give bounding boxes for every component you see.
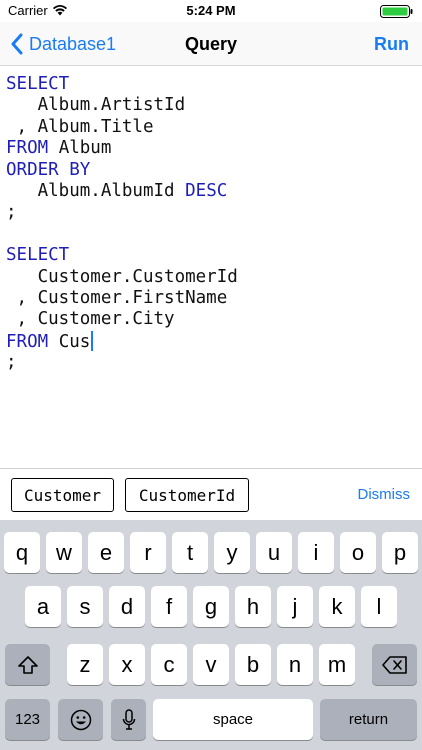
key-b[interactable]: b bbox=[235, 644, 271, 685]
code-text: ; bbox=[6, 202, 17, 223]
code-text: , Customer.FirstName bbox=[6, 287, 228, 308]
code-text: Album bbox=[48, 138, 112, 159]
numbers-key[interactable]: 123 bbox=[5, 699, 50, 740]
dismiss-button[interactable]: Dismiss bbox=[358, 486, 411, 503]
key-d[interactable]: d bbox=[109, 586, 145, 627]
keyboard: 123 space return qwertyuiop asdfghjkl zxcv… bbox=[0, 520, 422, 750]
key-s[interactable]: s bbox=[67, 586, 103, 627]
code-line: Customer.CustomerId bbox=[6, 267, 422, 288]
code-line: , Album.Title bbox=[6, 117, 422, 138]
code-text: Cus bbox=[48, 331, 91, 352]
code-text: Album.AlbumId bbox=[6, 180, 186, 201]
key-i[interactable]: i bbox=[298, 532, 334, 573]
suggestion-bar: Customer CustomerId Dismiss bbox=[0, 468, 422, 520]
code-text: , Album.Title bbox=[6, 116, 154, 137]
code-line: , Customer.FirstName bbox=[6, 288, 422, 309]
page-title: Query bbox=[184, 34, 238, 54]
shift-icon bbox=[17, 655, 38, 674]
code-line: FROM Album bbox=[6, 138, 422, 159]
code-line: SELECT bbox=[6, 245, 422, 266]
code-line: Album.AlbumId DESC bbox=[6, 181, 422, 202]
key-k[interactable]: k bbox=[319, 586, 355, 627]
key-z[interactable]: z bbox=[67, 644, 103, 685]
emoji-key[interactable] bbox=[58, 699, 103, 740]
key-w[interactable]: w bbox=[46, 532, 82, 573]
space-key[interactable]: space bbox=[153, 699, 313, 740]
battery-icon bbox=[380, 5, 413, 18]
emoji-icon bbox=[70, 709, 91, 730]
return-key[interactable]: return bbox=[320, 699, 417, 740]
code-text: ; bbox=[6, 352, 17, 373]
key-t[interactable]: t bbox=[172, 532, 208, 573]
key-h[interactable]: h bbox=[235, 586, 271, 627]
code-line: ORDER BY bbox=[6, 160, 422, 181]
code-line: SELECT bbox=[6, 74, 422, 95]
key-j[interactable]: j bbox=[277, 586, 313, 627]
sql-keyword: DESC bbox=[185, 180, 228, 201]
microphone-icon bbox=[122, 708, 135, 730]
code-text: Album.ArtistId bbox=[6, 95, 186, 116]
code-line: , Customer.City bbox=[6, 309, 422, 330]
sql-editor[interactable]: SELECT Album.ArtistId , Album.Title FROM … bbox=[0, 67, 422, 468]
status-time: 5:24 PM bbox=[186, 3, 236, 18]
key-m[interactable]: m bbox=[319, 644, 355, 685]
key-x[interactable]: x bbox=[109, 644, 145, 685]
delete-key[interactable] bbox=[372, 644, 417, 685]
run-button[interactable]: Run bbox=[374, 34, 409, 55]
key-p[interactable]: p bbox=[382, 532, 418, 573]
backspace-icon bbox=[381, 655, 407, 674]
key-e[interactable]: e bbox=[88, 532, 124, 573]
key-v[interactable]: v bbox=[193, 644, 229, 685]
sql-keyword: SELECT bbox=[6, 74, 70, 94]
key-q[interactable]: q bbox=[4, 532, 40, 573]
code-line: ; bbox=[6, 352, 422, 373]
key-u[interactable]: u bbox=[256, 532, 292, 573]
code-text: , Customer.City bbox=[6, 309, 175, 330]
key-n[interactable]: n bbox=[277, 644, 313, 685]
key-c[interactable]: c bbox=[151, 644, 187, 685]
key-r[interactable]: r bbox=[130, 532, 166, 573]
navigation-bar: Database1 Query Run bbox=[0, 22, 422, 66]
suggestion-chip[interactable]: Customer bbox=[11, 478, 114, 512]
suggestion-chip[interactable]: CustomerId bbox=[125, 478, 249, 512]
sql-keyword: SELECT bbox=[6, 245, 70, 266]
sql-keyword: ORDER BY bbox=[6, 159, 91, 180]
key-g[interactable]: g bbox=[193, 586, 229, 627]
shift-key[interactable] bbox=[5, 644, 50, 685]
code-line: ; bbox=[6, 202, 422, 223]
key-f[interactable]: f bbox=[151, 586, 187, 627]
dictation-key[interactable] bbox=[111, 699, 146, 740]
key-y[interactable]: y bbox=[214, 532, 250, 573]
code-line: Album.ArtistId bbox=[6, 95, 422, 116]
key-o[interactable]: o bbox=[340, 532, 376, 573]
text-cursor bbox=[91, 330, 94, 351]
sql-keyword: FROM bbox=[6, 331, 49, 352]
key-a[interactable]: a bbox=[25, 586, 61, 627]
status-bar: Carrier 5:24 PM bbox=[0, 0, 422, 22]
key-l[interactable]: l bbox=[361, 586, 397, 627]
sql-keyword: FROM bbox=[6, 138, 49, 159]
code-line: FROM Cus bbox=[6, 330, 422, 352]
code-text: Customer.CustomerId bbox=[6, 266, 238, 287]
